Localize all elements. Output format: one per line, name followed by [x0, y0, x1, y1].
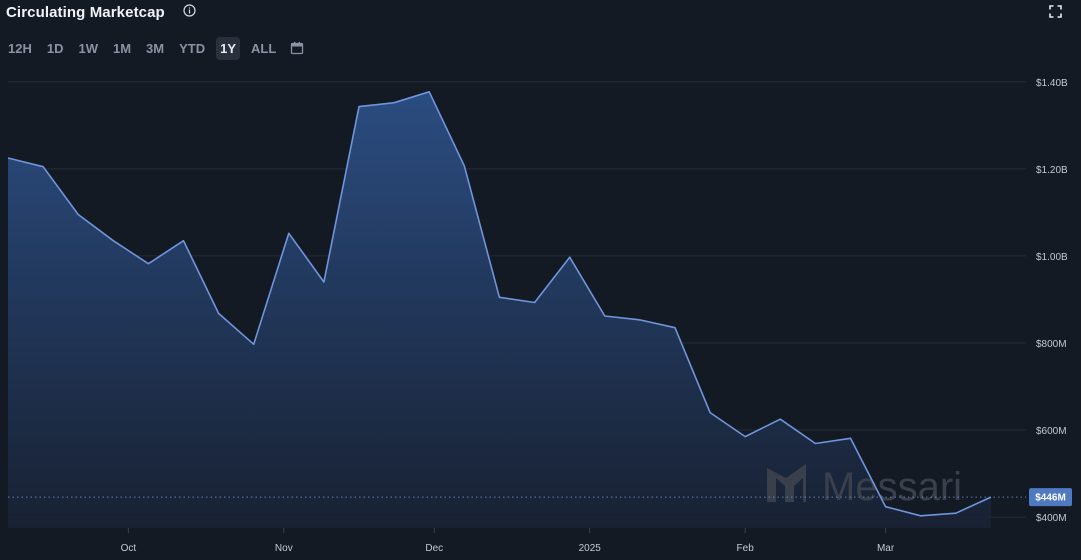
marketcap-area-chart: Messari $446M $1.40B $1.20B $1.00B $800M $60…: [7, 78, 1072, 554]
x-tick-label: Feb: [737, 543, 755, 554]
x-axis: Oct Nov Dec 2025 Feb Mar: [121, 528, 895, 554]
current-value-label: $446M: [1035, 493, 1066, 504]
x-tick-label: Dec: [425, 543, 443, 554]
y-tick-label: $600M: [1036, 426, 1067, 437]
y-tick-label: $1.20B: [1036, 165, 1068, 176]
y-tick-label: $1.40B: [1036, 78, 1068, 89]
x-tick-label: Oct: [121, 543, 137, 554]
series-area: [8, 91, 991, 529]
y-axis: $1.40B $1.20B $1.00B $800M $600M $400M: [1036, 78, 1068, 524]
x-tick-label: Nov: [275, 543, 293, 554]
y-tick-label: $800M: [1036, 339, 1067, 350]
x-tick-label: 2025: [579, 543, 602, 554]
y-tick-label: $400M: [1036, 513, 1067, 524]
messari-watermark-text: Messari: [822, 465, 962, 509]
y-tick-label: $1.00B: [1036, 252, 1068, 263]
area-fill: [8, 91, 991, 529]
x-tick-label: Mar: [877, 543, 895, 554]
